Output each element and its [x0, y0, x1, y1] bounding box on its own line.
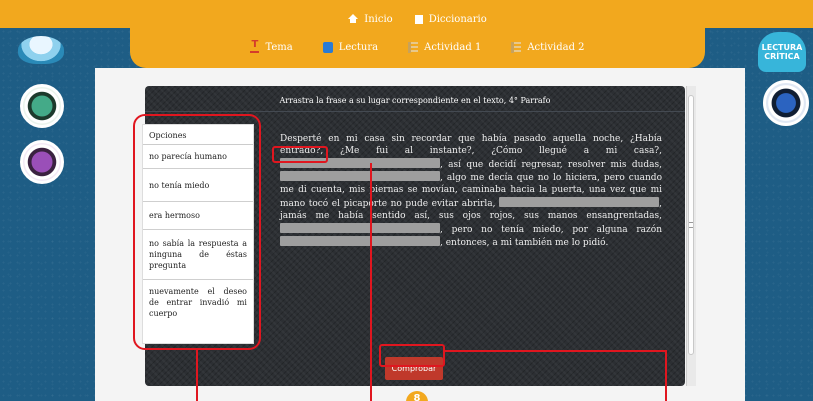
purple-menu-button[interactable]	[20, 140, 64, 184]
scrollbar-grip-icon	[689, 222, 693, 228]
tab-actividad-2-label: Actividad 2	[527, 42, 585, 53]
home-icon	[348, 14, 359, 23]
passage-segment: Desperté en mi casa sin recordar que hab…	[280, 134, 662, 156]
critical-reading-badge: LECTURA CRÍTICA	[758, 32, 806, 72]
dictionary-link[interactable]: Diccionario	[414, 14, 487, 25]
drop-slot[interactable]	[280, 222, 440, 233]
tab-actividad-2[interactable]: Actividad 2	[511, 42, 585, 53]
dictionary-icon	[414, 15, 423, 24]
right-rail: LECTURA CRÍTICA	[745, 28, 813, 401]
nav-primary: Inicio Diccionario	[130, 14, 705, 25]
annotation-line	[370, 163, 372, 401]
home-label: Inicio	[364, 14, 393, 25]
tab-tema-label: Tema	[265, 42, 293, 53]
home-link[interactable]: Inicio	[348, 14, 393, 25]
green-menu-button[interactable]	[20, 84, 64, 128]
drop-slot[interactable]	[280, 236, 440, 247]
activity-instruction: Arrastra la frase a su lugar correspondi…	[279, 96, 551, 105]
annotation-line	[445, 350, 667, 352]
nav-tabs: Tema Lectura Actividad 1 Actividad 2	[130, 39, 705, 53]
activity-icon	[511, 42, 522, 53]
annotation-button-highlight	[379, 344, 445, 367]
passage-segment: , pero no tenía miedo, por alguna razón	[440, 224, 662, 235]
dictionary-label: Diccionario	[428, 14, 487, 25]
top-bar-edge	[0, 0, 20, 28]
tab-actividad-1[interactable]: Actividad 1	[408, 42, 481, 53]
tab-lectura-label: Lectura	[338, 42, 379, 53]
passage-segment: , entonces, a mi también me lo pidió.	[440, 238, 609, 249]
annotation-slot-highlight	[272, 146, 328, 163]
passage-text: Desperté en mi casa sin recordar que hab…	[280, 134, 662, 250]
annotation-line	[196, 350, 198, 401]
tab-lectura[interactable]: Lectura	[322, 42, 379, 53]
annotation-line	[665, 350, 667, 401]
navigation-panel: Inicio Diccionario Tema Lectura Activida…	[130, 0, 705, 68]
blue-menu-button[interactable]	[763, 80, 809, 126]
left-rail	[0, 28, 95, 401]
drop-slot[interactable]	[499, 196, 660, 207]
reading-icon	[322, 42, 333, 53]
activity-icon	[408, 42, 419, 53]
annotation-options-highlight	[133, 114, 261, 350]
ufo-icon[interactable]	[18, 36, 64, 64]
tab-tema[interactable]: Tema	[250, 39, 293, 53]
tab-actividad-1-label: Actividad 1	[424, 42, 482, 53]
stage-divider	[145, 111, 685, 112]
passage-segment: , así que decidí regresar, resolver mis …	[440, 159, 662, 170]
tema-icon	[250, 39, 260, 53]
drop-slot[interactable]	[280, 171, 440, 182]
